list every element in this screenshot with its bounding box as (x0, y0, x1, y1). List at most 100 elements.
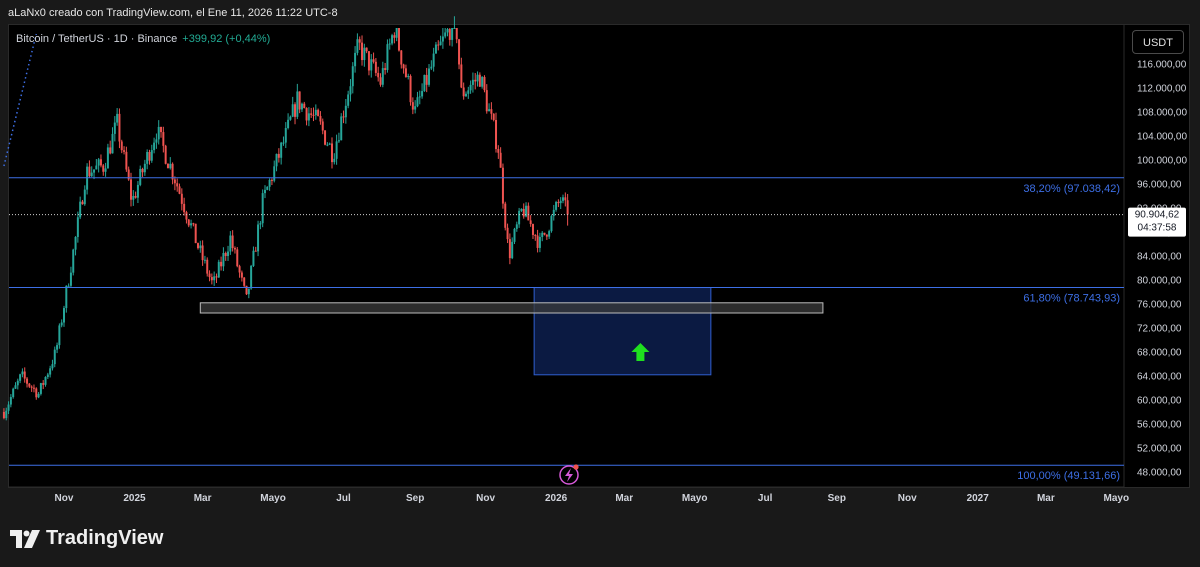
candle-body (501, 167, 504, 204)
candle-body (384, 68, 387, 70)
candle-body (277, 153, 280, 158)
candle-body (414, 106, 417, 110)
candle-body (508, 239, 511, 259)
candle-body (139, 168, 142, 185)
candle-body (224, 253, 227, 257)
candle-body (374, 61, 377, 73)
candle-body (192, 223, 195, 225)
candle-body (416, 97, 419, 107)
candle-body (162, 132, 165, 146)
candle-body (157, 126, 160, 140)
candle-body (437, 44, 440, 46)
support-zone[interactable] (199, 302, 824, 314)
price-chart[interactable]: 38,20% (97.038,42) 61,80% (78.743,93) 100,… (0, 0, 1200, 567)
candle-body (173, 179, 176, 184)
candle-body (367, 51, 370, 71)
candle-body (81, 201, 84, 205)
candle-body (171, 163, 174, 180)
candle-body (180, 193, 183, 204)
candle-body (116, 113, 119, 123)
candle-body (240, 272, 243, 278)
y-tick-label: 84.000,00 (1137, 252, 1182, 263)
candle-body (164, 145, 167, 164)
candle-body (30, 386, 33, 388)
symbol-legend: Bitcoin / TetherUS · 1D · Binance +399,9… (16, 33, 270, 45)
candle-body (46, 374, 49, 378)
candle-body (324, 130, 327, 145)
candle-body (402, 64, 405, 69)
candle-body (520, 208, 523, 211)
candle-body (238, 266, 241, 273)
x-tick-label: Nov (898, 493, 917, 504)
candle-body (146, 152, 149, 164)
trend-line[interactable] (3, 33, 38, 167)
candle-body (529, 220, 532, 225)
candle-body (39, 383, 42, 394)
candle-body (217, 261, 220, 278)
lightning-event-icon[interactable] (559, 464, 579, 485)
candle-body (185, 212, 188, 220)
candle-body (169, 163, 172, 169)
x-tick-label: Mayo (260, 493, 286, 504)
candle-body (203, 259, 206, 261)
candle-body (441, 36, 444, 42)
candle-body (166, 163, 169, 169)
candle-body (451, 28, 454, 40)
candle-body (129, 179, 132, 200)
candle-body (199, 245, 202, 249)
candle-body (552, 209, 555, 217)
candle-body (333, 158, 336, 163)
candle-body (455, 28, 458, 40)
x-tick-label: 2026 (545, 493, 568, 504)
candle-body (49, 368, 52, 375)
y-tick-label: 104.000,00 (1137, 132, 1187, 143)
candle-body (42, 383, 45, 385)
candle-body (499, 152, 502, 168)
candle-body (481, 76, 484, 87)
candle-body (111, 133, 114, 154)
candle-body (273, 166, 276, 181)
candle-body (469, 84, 472, 91)
candle-body (104, 168, 107, 172)
candle-body (409, 75, 412, 103)
candle-body (562, 197, 565, 201)
candle-body (478, 74, 481, 87)
candle-body (379, 77, 382, 85)
currency-button[interactable]: USDT (1132, 30, 1184, 54)
candle-body (9, 397, 12, 405)
candle-body (545, 234, 548, 237)
y-tick-label: 60.000,00 (1137, 396, 1182, 407)
tradingview-logo[interactable]: TradingView (10, 527, 163, 550)
candle-body (257, 224, 260, 252)
candle-body (74, 236, 77, 250)
candle-body (363, 47, 366, 61)
candle-body (21, 371, 24, 375)
candle-body (289, 116, 292, 120)
x-tick-label: Nov (476, 493, 495, 504)
candle-body (143, 163, 146, 173)
candle-body (391, 35, 394, 44)
fib-label: 38,20% (97.038,42) (1023, 183, 1120, 195)
candle-body (69, 272, 72, 286)
target-zone[interactable] (533, 287, 712, 376)
candle-body (201, 245, 204, 261)
candle-body (252, 250, 255, 266)
candle-body (434, 44, 437, 54)
candle-body (377, 72, 380, 78)
symbol-change: +399,92 (+0,44%) (182, 33, 271, 45)
candle-body (284, 128, 287, 143)
candle-body (559, 200, 562, 204)
candle-body (53, 349, 56, 365)
candle-body (522, 208, 525, 217)
candle-body (474, 79, 477, 82)
candle-body (538, 236, 541, 248)
candle-body (227, 251, 230, 257)
y-tick-label: 116.000,00 (1137, 60, 1187, 71)
candle-body (60, 322, 63, 326)
candle-body (56, 345, 59, 350)
candle-body (26, 378, 29, 384)
candle-body (236, 249, 239, 267)
candle-body (497, 149, 500, 153)
candle-body (534, 234, 537, 236)
candle-body (342, 116, 345, 118)
